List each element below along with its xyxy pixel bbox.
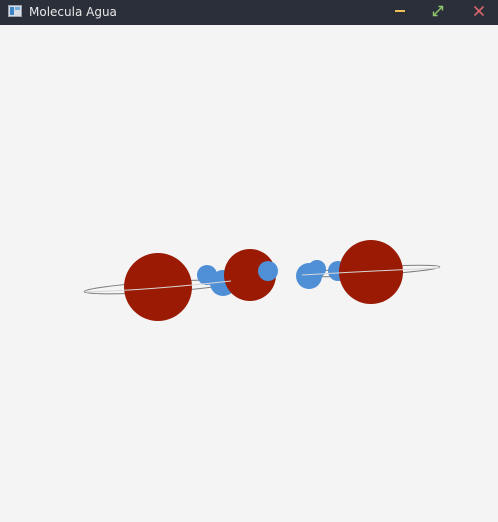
minimize-button[interactable] (388, 0, 412, 22)
hydrogen-atom-5 (308, 260, 326, 278)
close-icon (473, 5, 485, 17)
close-button[interactable] (467, 0, 491, 22)
hydrogen-atom-3 (258, 261, 278, 281)
molecule-canvas[interactable] (0, 25, 498, 522)
maximize-button[interactable] (426, 0, 450, 22)
app-window-icon (8, 5, 22, 17)
window-title: Molecula Agua (29, 5, 117, 19)
title-bar[interactable]: Molecula Agua (0, 0, 498, 25)
minimize-icon (395, 10, 405, 12)
oxygen-atom-1 (124, 253, 192, 321)
maximize-icon (432, 5, 444, 17)
app-window: Molecula Agua (0, 0, 498, 522)
